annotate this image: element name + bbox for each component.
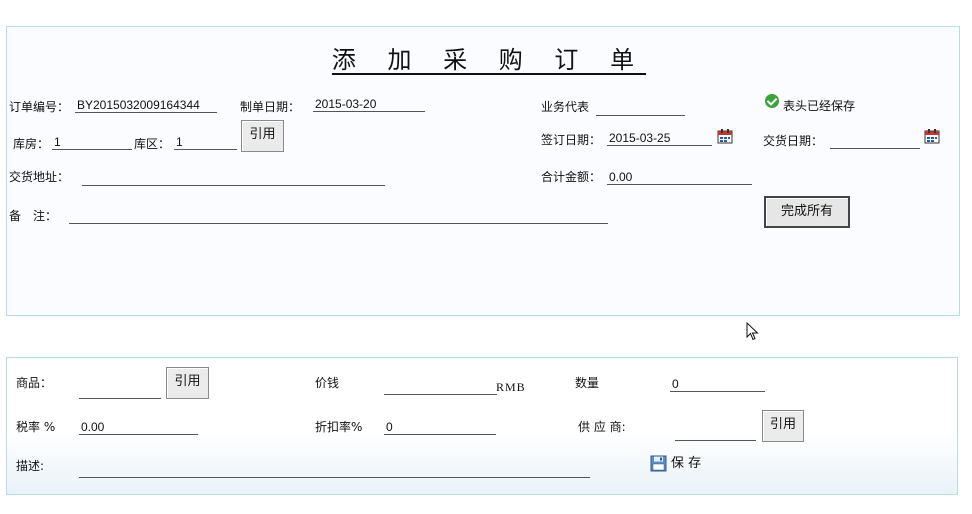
order-no-field[interactable]: BY2015032009164344 [75,97,217,113]
currency-label: RMB [496,380,526,394]
zone-field[interactable]: 1 [174,134,237,150]
delivery-date-label: 交货日期： [763,134,824,148]
qty-label: 数量 [575,376,600,390]
quote-supplier-button[interactable]: 引用 [762,410,804,442]
sales-rep-field[interactable] [596,100,685,116]
page-title: 添 加 采 购 订 单 [331,46,647,74]
calendar-icon[interactable] [924,128,940,144]
price-field[interactable] [384,379,497,395]
quote-product-button[interactable]: 引用 [166,367,209,399]
complete-all-button[interactable]: 完成所有 [764,196,850,228]
save-icon [650,455,667,472]
total-label: 合计金额： [541,170,602,184]
sales-rep-label: 业务代表 [541,100,590,114]
sign-date-field[interactable]: 2015-03-25 [607,130,712,146]
supplier-label: 供 应 商: [578,420,626,434]
tax-field[interactable]: 0.00 [79,419,198,435]
sign-date-label: 签订日期： [541,133,602,147]
quote-warehouse-button[interactable]: 引用 [241,120,284,152]
zone-label: 库区： [134,137,171,151]
product-label: 商品： [16,376,53,390]
save-item-button[interactable]: 保 存 [650,455,701,472]
product-field[interactable] [79,383,161,399]
description-label: 描述: [16,459,45,473]
warehouse-label: 库房： [13,137,50,151]
saved-status-text: 表头已经保存 [783,99,856,113]
discount-label: 折扣率% [315,420,363,434]
make-date-label: 制单日期： [240,100,301,114]
total-field: 0.00 [607,169,752,185]
calendar-icon[interactable] [717,128,733,144]
address-label: 交货地址： [9,170,70,184]
save-item-label: 保 存 [671,455,702,471]
qty-field[interactable]: 0 [670,376,765,392]
address-field[interactable] [82,170,385,186]
order-no-label: 订单编号： [9,100,70,114]
tax-label: 税率 % [16,420,56,434]
make-date-field[interactable]: 2015-03-20 [313,96,425,112]
delivery-date-field[interactable] [830,133,920,149]
check-icon [765,94,779,108]
remark-label: 备 注： [9,209,58,223]
description-field[interactable] [79,462,590,478]
mouse-cursor-icon [746,322,759,341]
price-label: 价钱 [315,376,340,390]
supplier-field[interactable] [675,425,756,441]
warehouse-field[interactable]: 1 [52,134,132,150]
remark-field[interactable] [69,208,608,224]
discount-field[interactable]: 0 [384,419,496,435]
